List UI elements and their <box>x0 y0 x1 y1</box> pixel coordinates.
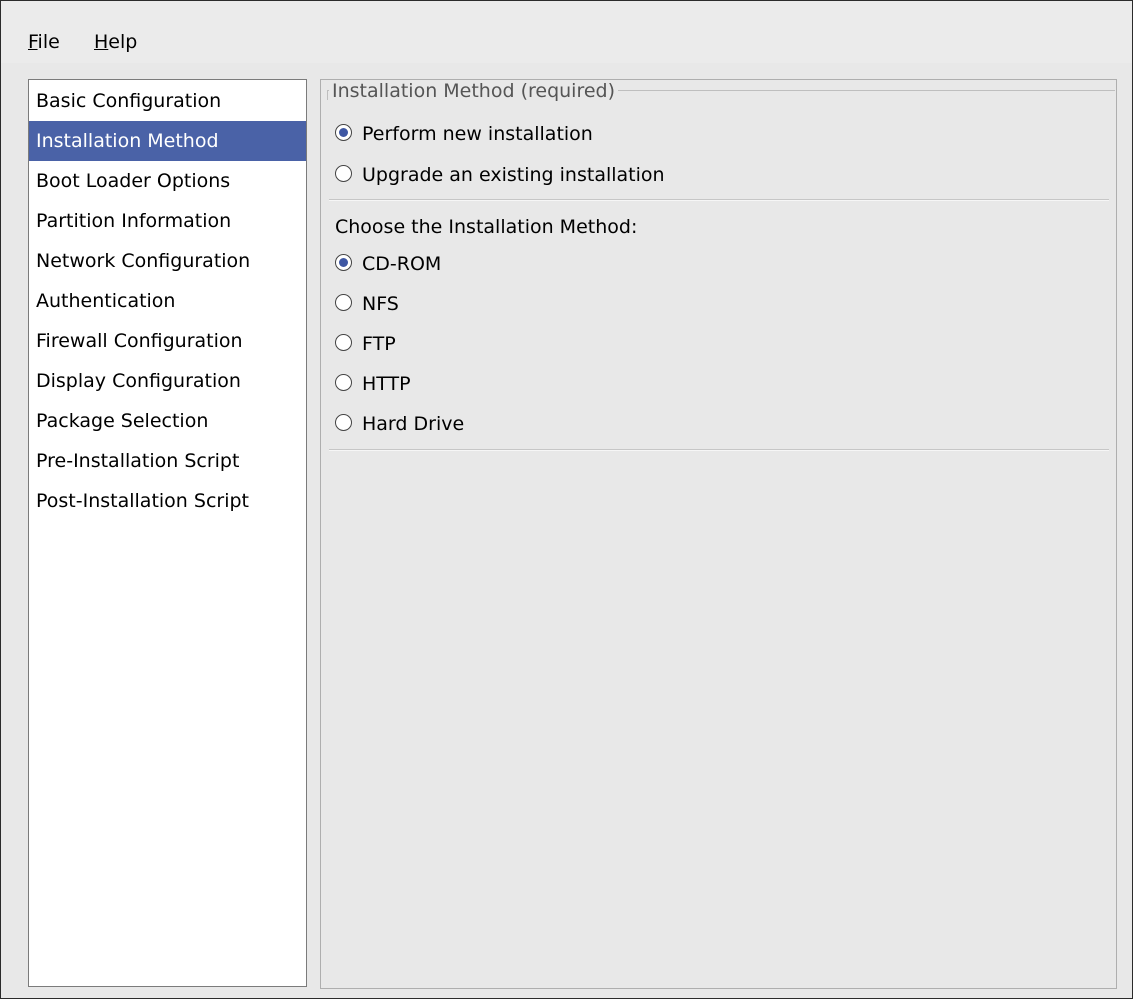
sidebar-item-pre-installation-script[interactable]: Pre-Installation Script <box>29 441 306 481</box>
separator <box>329 199 1109 201</box>
radio-upgrade-existing-installation[interactable]: Upgrade an existing installation <box>335 159 665 191</box>
radio-label: FTP <box>362 333 396 355</box>
menu-help-mnemonic: H <box>94 31 109 53</box>
sidebar-item-partition-information[interactable]: Partition Information <box>29 201 306 241</box>
radio-label: CD-ROM <box>362 253 442 275</box>
radio-perform-new-installation[interactable]: Perform new installation <box>335 118 593 150</box>
radio-label: Hard Drive <box>362 413 465 435</box>
sidebar-item-post-installation-script[interactable]: Post-Installation Script <box>29 481 306 521</box>
sidebar-item-network-configuration[interactable]: Network Configuration <box>29 241 306 281</box>
radio-indicator <box>335 334 352 351</box>
frame-border-left <box>327 90 328 100</box>
radio-indicator <box>335 254 352 271</box>
radio-nfs[interactable]: NFS <box>335 288 399 320</box>
radio-label: Upgrade an existing installation <box>362 164 665 186</box>
radio-hard-drive[interactable]: Hard Drive <box>335 408 464 440</box>
menu-file-mnemonic: F <box>28 31 38 53</box>
sidebar-item-firewall-configuration[interactable]: Firewall Configuration <box>29 321 306 361</box>
sidebar-item-authentication[interactable]: Authentication <box>29 281 306 321</box>
radio-cd-rom[interactable]: CD-ROM <box>335 248 441 280</box>
menu-help[interactable]: Help <box>94 29 137 55</box>
menu-file[interactable]: File <box>28 29 60 55</box>
menu-help-label: elp <box>108 31 138 53</box>
sidebar-item-display-configuration[interactable]: Display Configuration <box>29 361 306 401</box>
menu-bar: File Help <box>1 1 1132 63</box>
radio-indicator <box>335 414 352 431</box>
radio-ftp[interactable]: FTP <box>335 328 396 360</box>
sidebar-item-boot-loader-options[interactable]: Boot Loader Options <box>29 161 306 201</box>
radio-http[interactable]: HTTP <box>335 368 411 400</box>
radio-indicator <box>335 124 352 141</box>
radio-indicator <box>335 294 352 311</box>
sidebar-item-basic-configuration[interactable]: Basic Configuration <box>29 81 306 121</box>
separator <box>329 449 1109 451</box>
content-panel: Installation Method (required) Perform n… <box>320 79 1117 989</box>
radio-label: NFS <box>362 293 399 315</box>
sidebar-list: Basic Configuration Installation Method … <box>28 79 307 987</box>
method-heading: Choose the Installation Method: <box>335 216 638 238</box>
frame-title: Installation Method (required) <box>329 80 619 102</box>
menu-file-label: ile <box>37 31 60 53</box>
radio-label: Perform new installation <box>362 123 593 145</box>
radio-indicator <box>335 374 352 391</box>
radio-indicator <box>335 165 352 182</box>
sidebar-item-installation-method[interactable]: Installation Method <box>29 121 306 161</box>
radio-label: HTTP <box>362 373 411 395</box>
main-window: File Help Basic Configuration Installati… <box>0 0 1133 999</box>
sidebar-item-package-selection[interactable]: Package Selection <box>29 401 306 441</box>
